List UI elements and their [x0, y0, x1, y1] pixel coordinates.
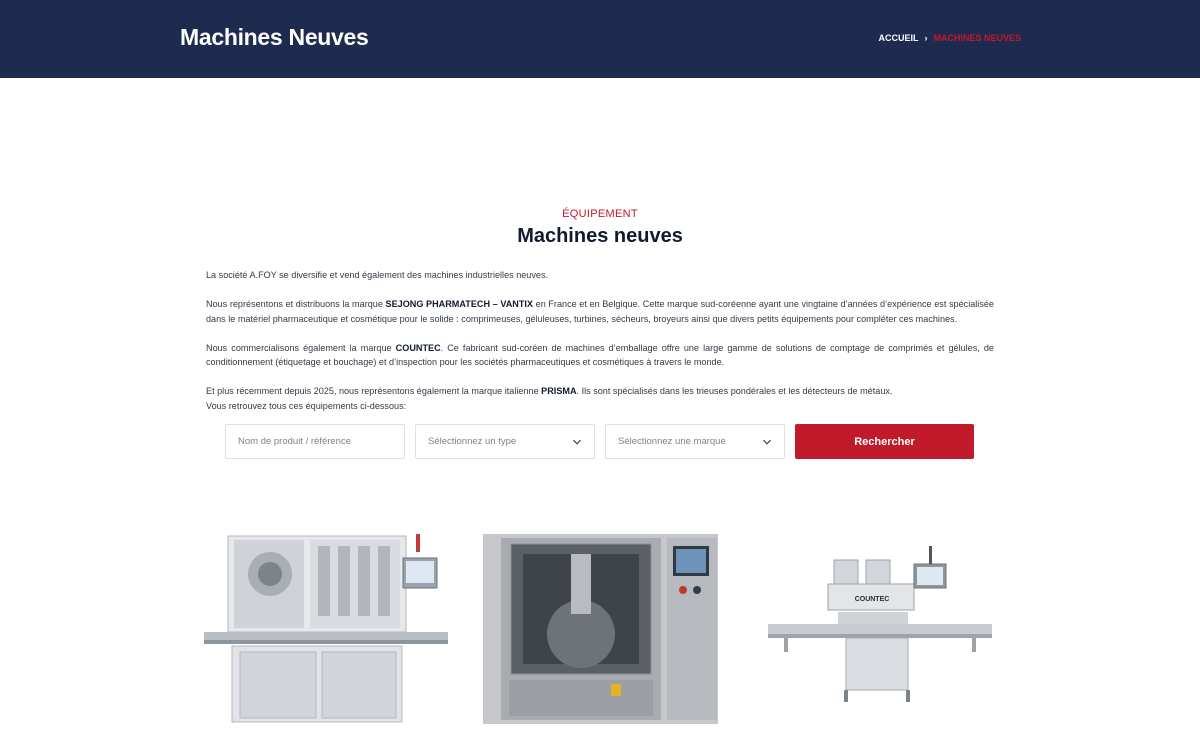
brand-select-value: Sélectionnez une marque [618, 436, 726, 447]
type-select[interactable]: Sélectionnez un type [415, 424, 595, 459]
intro-paragraph-1: La société A.FOY se diversifie et vend é… [206, 270, 549, 280]
brand-prisma: PRISMA [541, 386, 577, 396]
breadcrumb-separator-icon: › [924, 33, 928, 43]
type-select-value: Sélectionnez un type [428, 436, 517, 447]
countec-label: COUNTEC [855, 596, 890, 603]
product-search-input[interactable] [238, 436, 392, 447]
brand-select[interactable]: Sélectionnez une marque [605, 424, 785, 459]
chevron-down-icon [573, 439, 581, 445]
intro-paragraph-4: Et plus récemment depuis 2025, nous repr… [206, 384, 994, 399]
page-header: Machines Neuves ACCUEIL › MACHINES NEUVE… [0, 0, 1200, 78]
section-eyebrow: ÉQUIPEMENT [562, 208, 638, 220]
breadcrumb-current: MACHINES NEUVES [933, 33, 1021, 43]
tablet-press-image [483, 534, 718, 724]
breadcrumb: ACCUEIL › MACHINES NEUVES [878, 33, 1021, 43]
brand-countec: COUNTEC [395, 342, 441, 353]
page-title: Machines Neuves [180, 24, 369, 50]
intro-paragraph-5: Vous retrouvez tous ces équipements ci-d… [206, 400, 407, 411]
section-title: Machines neuves [517, 225, 683, 247]
intro-text-span: . Ils sont spécialisés dans les trieuses… [576, 386, 893, 396]
brand-sejong: SEJONG PHARMATECH – VANTIX [385, 299, 534, 309]
product-card-countec-counter[interactable]: COUNTEC [764, 534, 996, 724]
product-grid: COUNTEC [204, 534, 996, 724]
countec-counter-image: COUNTEC [764, 534, 996, 724]
intro-text-span: Et plus récemment depuis 2025, nous repr… [206, 386, 542, 396]
capping-machine-image [204, 534, 448, 724]
chevron-down-icon [763, 439, 771, 445]
intro-text-span: Nous commercialisons également la marque [206, 342, 396, 353]
product-card-tablet-press[interactable] [483, 534, 718, 724]
search-button[interactable]: Rechercher [795, 424, 974, 459]
intro-paragraph-2: Nous représentons et distribuons la marq… [206, 297, 994, 326]
search-form: Sélectionnez un type Sélectionnez une ma… [225, 424, 974, 459]
intro-paragraph-3: Nous commercialisons également la marque… [206, 341, 994, 370]
breadcrumb-home-link[interactable]: ACCUEIL [878, 33, 918, 43]
intro-text: La société A.FOY se diversifie et vend é… [206, 268, 994, 428]
intro-text-span: Nous représentons et distribuons la marq… [206, 299, 386, 309]
product-card-capping-machine[interactable] [204, 534, 448, 724]
product-search-field [225, 424, 405, 459]
